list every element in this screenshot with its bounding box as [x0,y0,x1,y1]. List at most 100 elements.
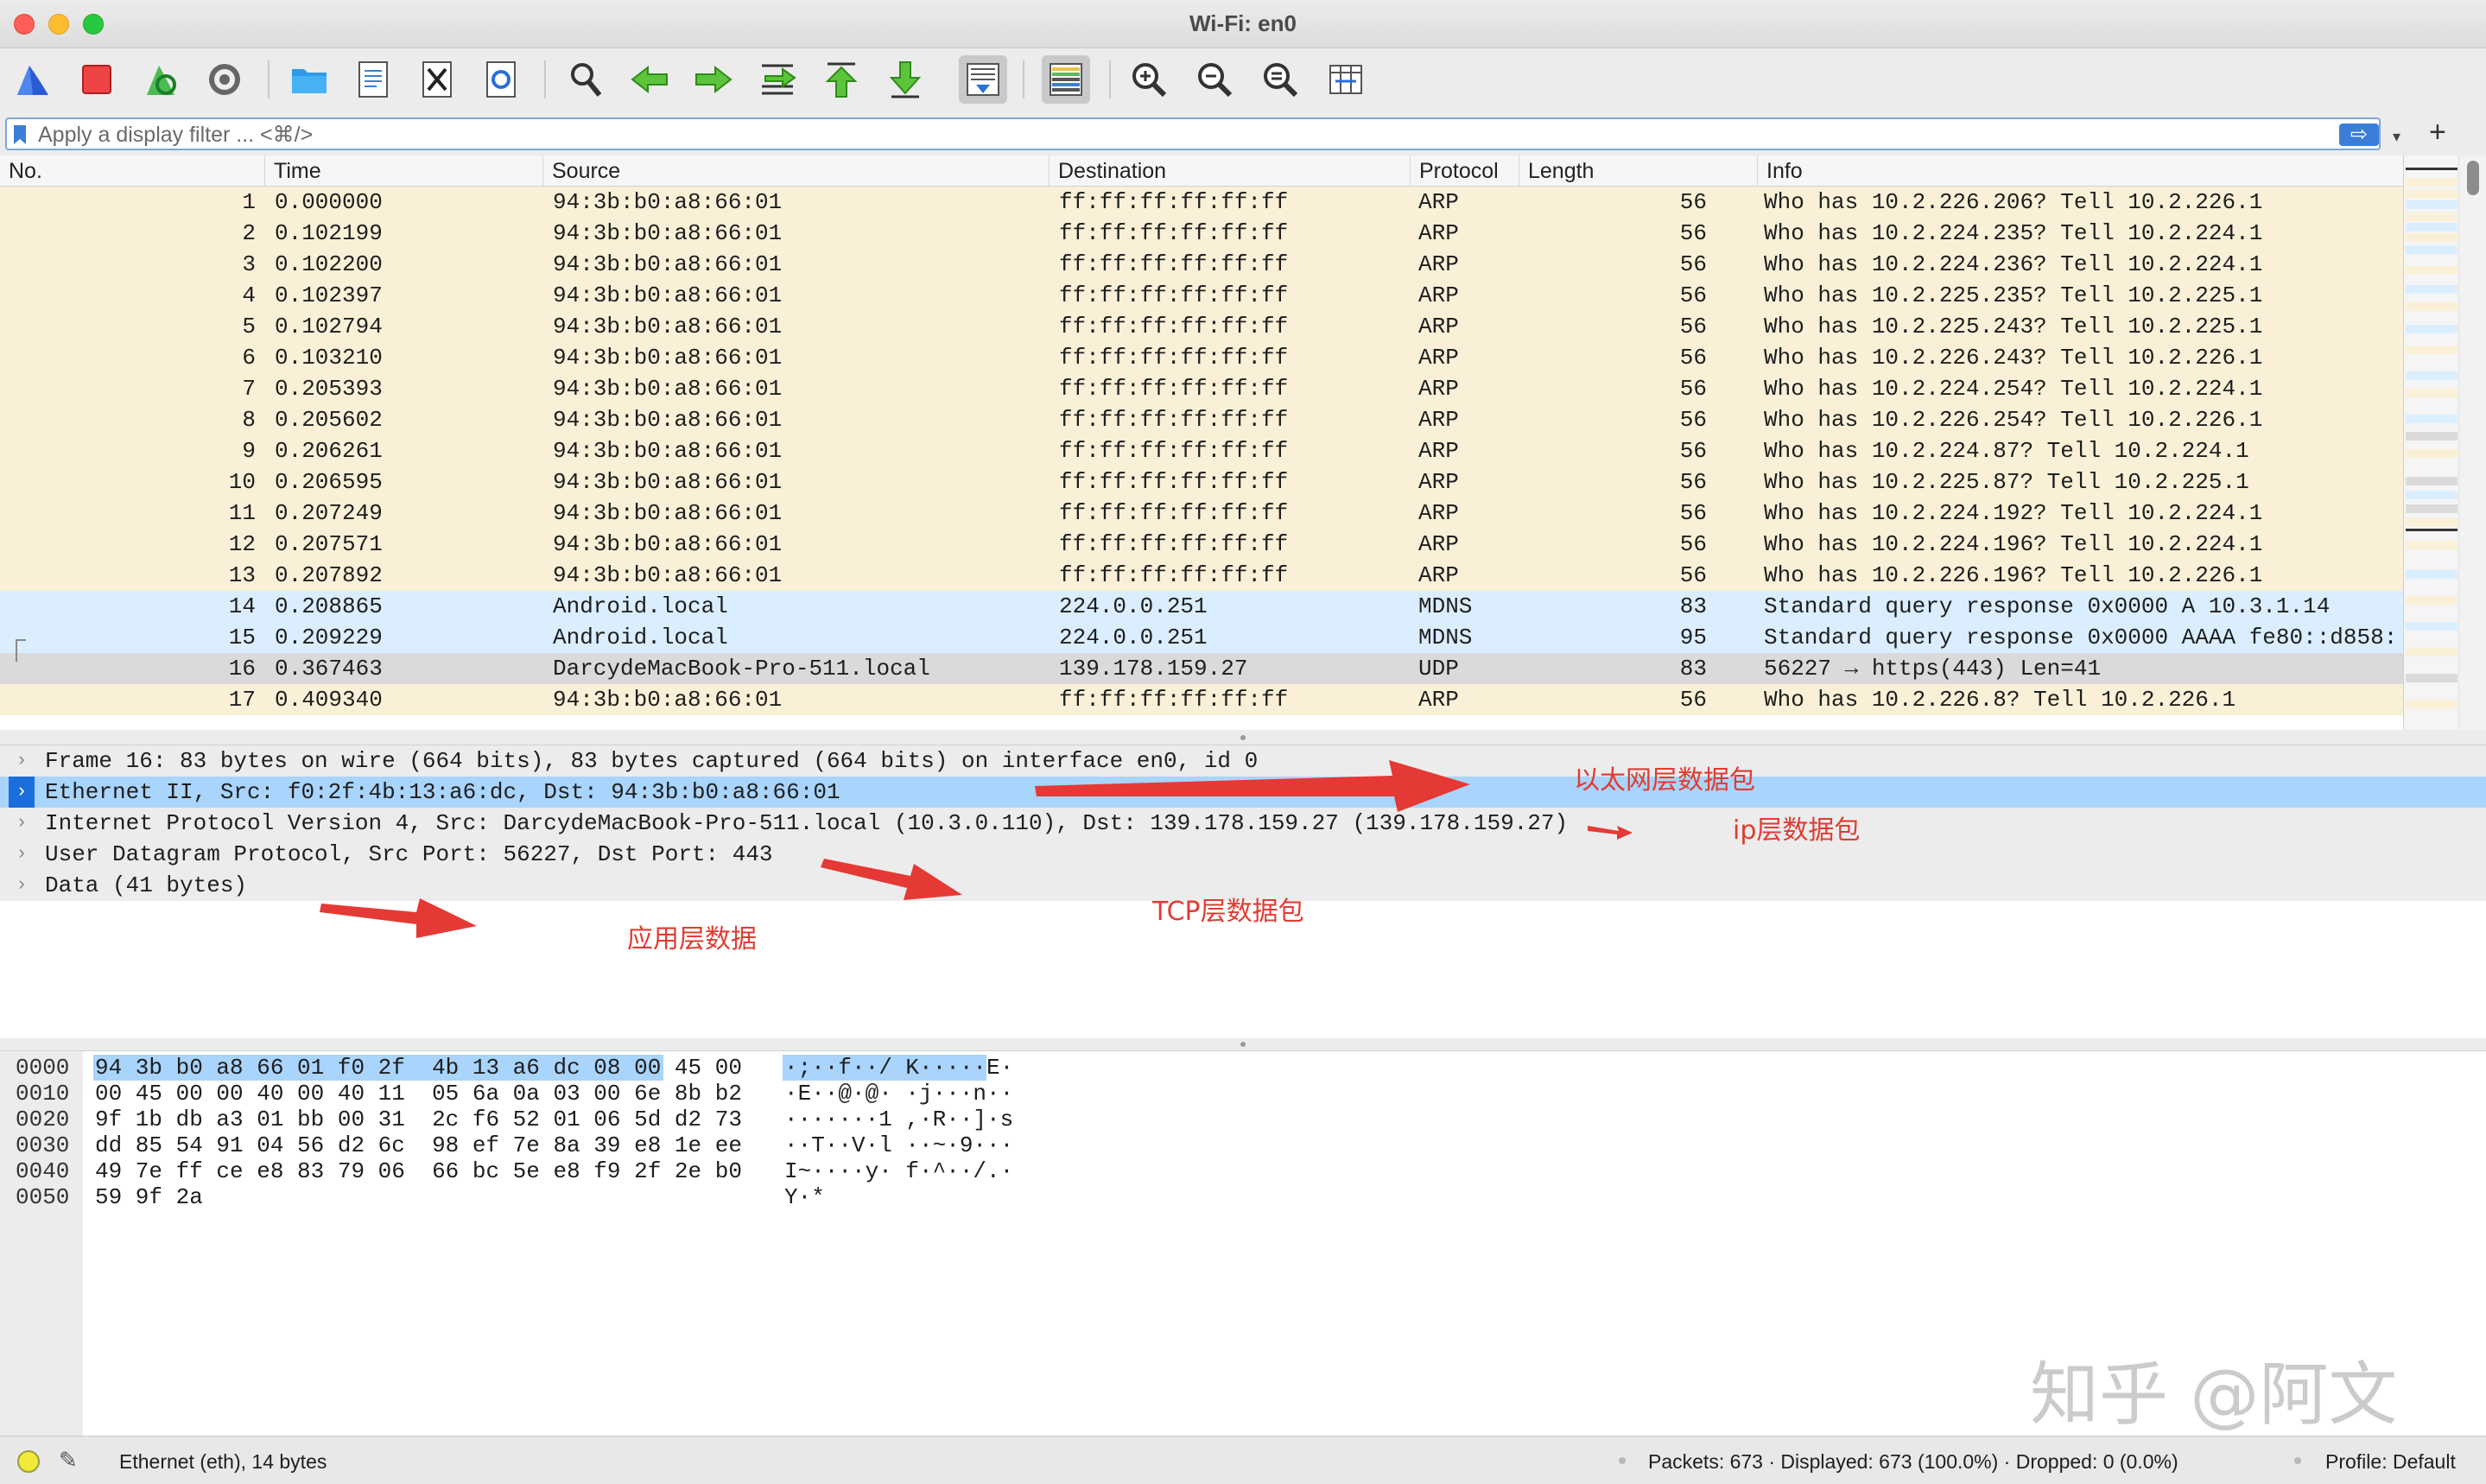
expand-chevron-icon[interactable]: › [9,777,35,808]
column-header-source[interactable]: Source [542,155,1049,187]
packet-cell-time: 0.103210 [275,345,383,371]
packet-cell-dst: ff:ff:ff:ff:ff:ff [1059,531,1289,557]
column-header-info[interactable]: Info [1757,155,2403,187]
shark-fin-start-icon[interactable] [9,55,57,104]
packet-row[interactable]: 3 0.102200 94:3b:b0:a8:66:01 ff:ff:ff:ff:ff… [0,249,2403,280]
packet-cell-len: 56 [1679,438,1707,464]
packet-cell-time: 0.102794 [275,314,383,339]
packet-cell-len: 56 [1679,687,1707,713]
packet-cell-no: 4 [242,282,256,308]
expert-info-led-icon[interactable] [17,1450,40,1473]
packet-row[interactable]: 8 0.205602 94:3b:b0:a8:66:01 ff:ff:ff:ff:ff… [0,404,2403,435]
bytes-hex: 9f 1b db a3 01 bb 00 31 2c f6 52 01 06 5… [95,1107,742,1132]
status-packet-counts: Packets: 673 · Displayed: 673 (100.0%) ·… [1648,1450,2178,1473]
resize-columns-icon[interactable] [1322,55,1370,104]
column-header-protocol[interactable]: Protocol [1410,155,1519,187]
packet-cell-proto: ARP [1418,687,1459,713]
packet-row[interactable]: 7 0.205393 94:3b:b0:a8:66:01 ff:ff:ff:ff:ff… [0,373,2403,404]
open-file-icon[interactable] [285,55,333,104]
column-header-time[interactable]: Time [264,155,542,187]
expand-chevron-icon[interactable]: › [9,839,35,870]
packet-row[interactable]: 9 0.206261 94:3b:b0:a8:66:01 ff:ff:ff:ff:ff… [0,435,2403,466]
expand-chevron-icon[interactable]: › [9,808,35,839]
packet-row[interactable]: 5 0.102794 94:3b:b0:a8:66:01 ff:ff:ff:ff:ff… [0,311,2403,342]
packet-cell-time: 0.207249 [275,500,383,526]
column-header-length[interactable]: Length [1519,155,1757,187]
go-to-packet-icon[interactable] [753,55,802,104]
restart-capture-icon[interactable] [136,55,185,104]
expand-chevron-icon[interactable]: › [9,745,35,777]
display-filter-input[interactable] [38,122,2284,148]
packet-row[interactable]: 12 0.207571 94:3b:b0:a8:66:01 ff:ff:ff:ff:f… [0,529,2403,560]
last-packet-icon[interactable] [881,55,929,104]
column-header-no[interactable]: No. [0,155,264,187]
detail-row-frame[interactable]: › Frame 16: 83 bytes on wire (664 bits),… [0,745,2486,777]
packet-cell-info: Who has 10.2.224.196? Tell 10.2.224.1 [1764,531,2263,557]
zoom-out-icon[interactable] [1190,55,1239,104]
packet-cell-no: 8 [242,407,256,433]
detail-row-ipv4[interactable]: › Internet Protocol Version 4, Src: Darc… [0,808,2486,839]
status-separator-dot [2294,1457,2301,1464]
save-file-icon[interactable] [349,55,397,104]
packet-cell-proto: ARP [1418,531,1459,557]
column-header-destination[interactable]: Destination [1049,155,1410,187]
packet-list-vertical-scrollbar[interactable] [2458,155,2486,730]
packet-cell-len: 56 [1679,251,1707,277]
packet-cell-no: 17 [228,687,256,713]
packet-cell-src: 94:3b:b0:a8:66:01 [553,345,783,371]
title-bar: Wi-Fi: en0 [0,0,2486,48]
packet-row[interactable]: 10 0.206595 94:3b:b0:a8:66:01 ff:ff:ff:ff:f… [0,466,2403,498]
close-file-icon[interactable] [413,55,461,104]
packet-row[interactable]: 6 0.103210 94:3b:b0:a8:66:01 ff:ff:ff:ff:ff… [0,342,2403,373]
normal-size-icon[interactable] [1256,55,1304,104]
packet-cell-info: 56227 → https(443) Len=41 [1764,656,2102,682]
minimap-stripe [2406,570,2457,579]
list-details-splitter[interactable] [0,730,2486,745]
add-filter-button[interactable]: + [2429,116,2446,149]
packet-cell-info: Who has 10.2.226.196? Tell 10.2.226.1 [1764,562,2263,588]
capture-comment-icon[interactable]: ✎ [59,1447,78,1474]
packet-cell-no: 9 [242,438,256,464]
autoscroll-icon[interactable] [959,55,1007,104]
go-back-icon[interactable] [625,55,674,104]
packet-row[interactable]: 2 0.102199 94:3b:b0:a8:66:01 ff:ff:ff:ff:ff… [0,218,2403,249]
reload-file-icon[interactable] [477,55,525,104]
packet-row[interactable]: 4 0.102397 94:3b:b0:a8:66:01 ff:ff:ff:ff:ff… [0,280,2403,311]
capture-options-icon[interactable] [200,55,249,104]
packet-row[interactable]: 15 0.209229 Android.local 224.0.0.251 MDNS 95… [0,622,2403,653]
details-bytes-splitter[interactable] [0,1038,2486,1050]
packet-minimap[interactable] [2403,155,2458,730]
packet-cell-time: 0.209229 [275,625,383,650]
packet-cell-time: 0.207892 [275,562,383,588]
status-profile[interactable]: Profile: Default [2325,1450,2456,1474]
packet-row[interactable]: 11 0.207249 94:3b:b0:a8:66:01 ff:ff:ff:ff:f… [0,498,2403,529]
apply-filter-button[interactable]: ⇨ [2339,124,2379,146]
packet-cell-src: 94:3b:b0:a8:66:01 [553,500,783,526]
vertical-scroll-thumb[interactable] [2467,161,2479,195]
find-packet-icon[interactable] [561,55,610,104]
packet-row[interactable]: 13 0.207892 94:3b:b0:a8:66:01 ff:ff:ff:ff:f… [0,560,2403,591]
zoom-in-icon[interactable] [1125,55,1173,104]
detail-row-ethernet[interactable]: › Ethernet II, Src: f0:2f:4b:13:a6:dc, D… [0,777,2486,808]
detail-row-udp[interactable]: › User Datagram Protocol, Src Port: 5622… [0,839,2486,870]
packet-cell-no: 10 [228,469,256,495]
first-packet-icon[interactable] [817,55,866,104]
minimap-stripe [2406,178,2457,187]
packet-row[interactable]: 16 0.367463 DarcydeMacBook-Pro-511.local 13… [0,653,2403,684]
annotation-tcp-label: TCP层数据包 [1152,897,1304,927]
packet-cell-proto: ARP [1418,282,1459,308]
minimap-stripe [2406,700,2457,708]
packet-cell-no: 12 [228,531,256,557]
filter-bookmark-icon[interactable] [14,125,26,144]
go-forward-icon[interactable] [689,55,738,104]
filter-history-chevron-icon[interactable]: ▾ [2393,128,2400,146]
packet-row[interactable]: 17 0.409340 94:3b:b0:a8:66:01 ff:ff:ff:ff:f… [0,684,2403,715]
packet-cell-info: Who has 10.2.226.206? Tell 10.2.226.1 [1764,189,2263,215]
packet-row[interactable]: 1 0.000000 94:3b:b0:a8:66:01 ff:ff:ff:ff:ff… [0,187,2403,218]
stop-capture-icon[interactable] [73,55,121,104]
colorize-icon[interactable] [1042,55,1090,104]
bytes-hex: 00 45 00 00 40 00 40 11 05 6a 0a 03 00 6… [95,1081,742,1107]
expand-chevron-icon[interactable]: › [9,870,35,901]
packet-cell-dst: ff:ff:ff:ff:ff:ff [1059,314,1289,339]
packet-row[interactable]: 14 0.208865 Android.local 224.0.0.251 MDNS 83… [0,591,2403,622]
